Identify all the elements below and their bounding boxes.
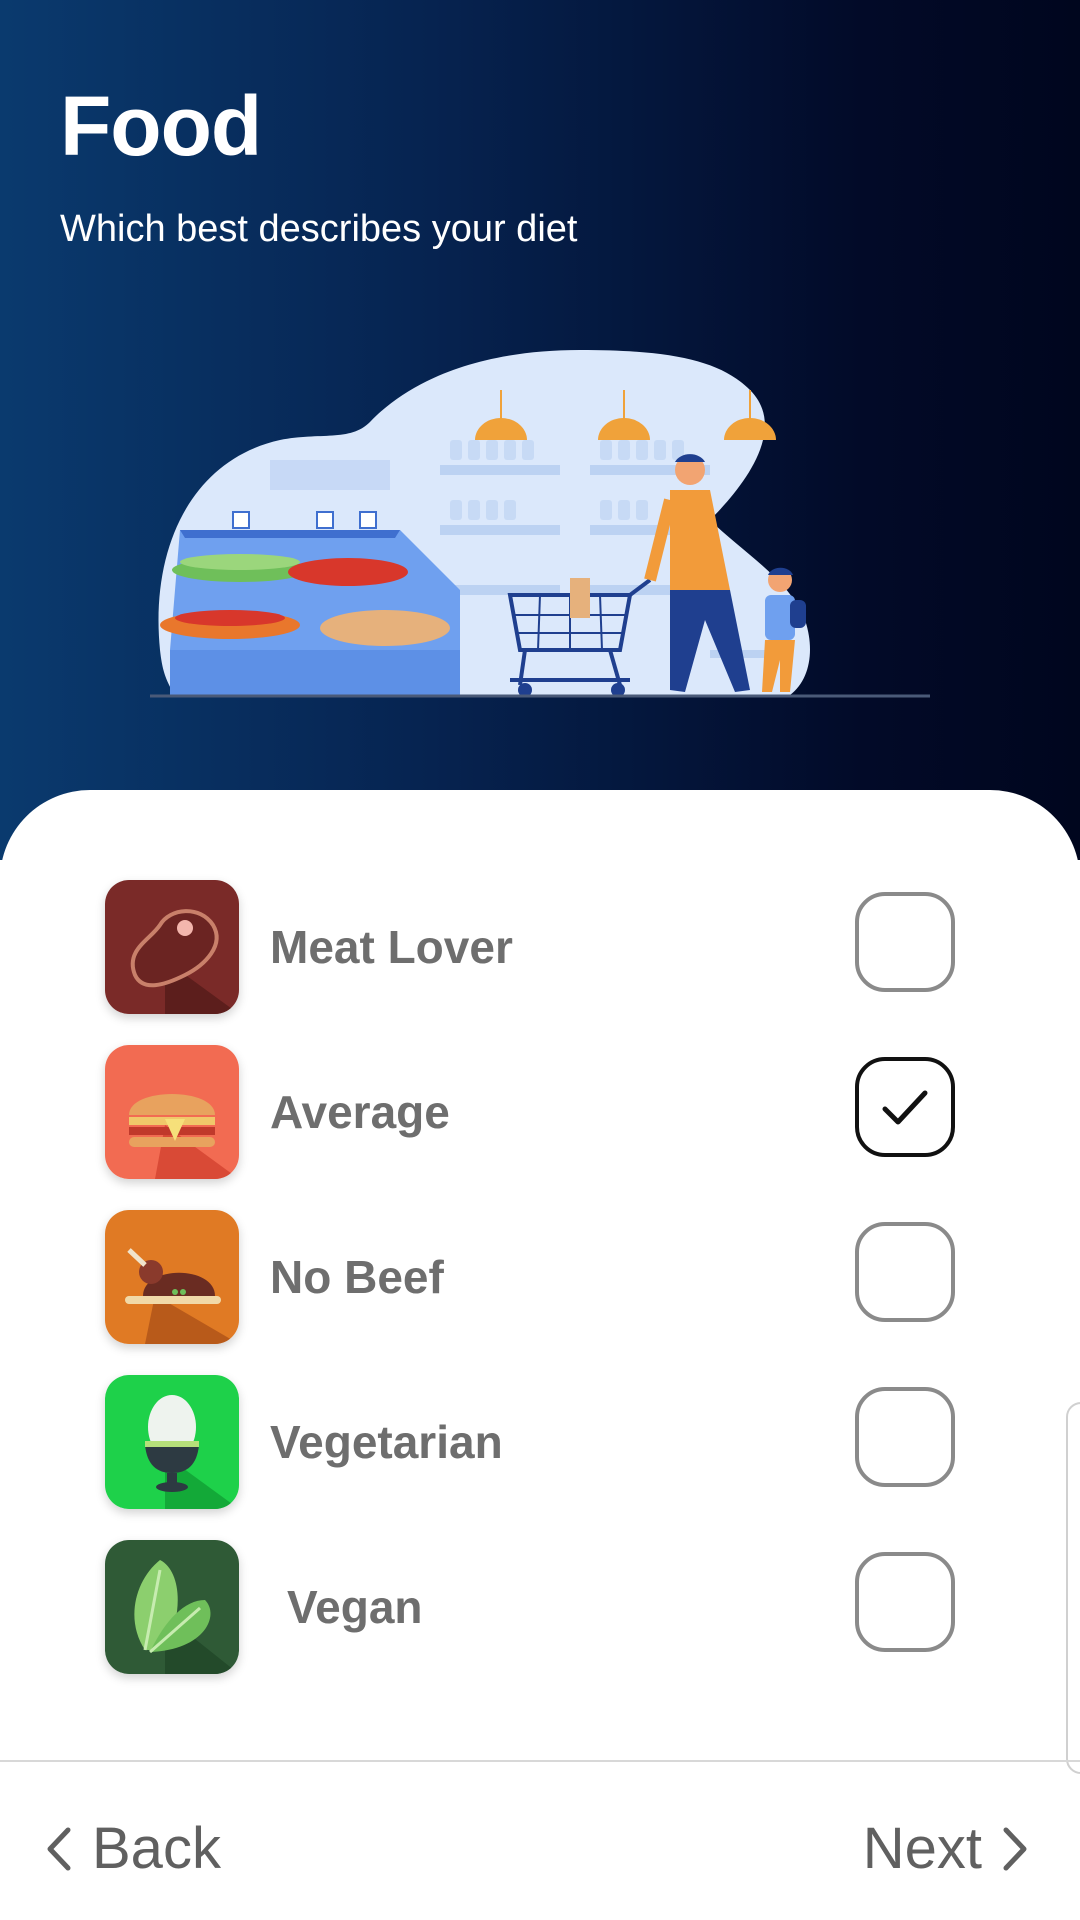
back-button[interactable]: Back	[42, 1815, 221, 1882]
steak-icon	[105, 880, 239, 1014]
option-label: Average	[270, 1086, 450, 1138]
back-label: Back	[92, 1816, 221, 1881]
grocery-shopping-illustration	[150, 350, 930, 698]
roast-chicken-icon	[105, 1210, 239, 1344]
option-average[interactable]: Average	[105, 1045, 965, 1179]
option-label: Vegan	[287, 1581, 423, 1633]
chevron-left-icon	[47, 1827, 71, 1870]
option-label: Meat Lover	[270, 921, 513, 973]
page-subtitle: Which best describes your diet	[60, 208, 578, 250]
chevron-right-icon	[1003, 1827, 1027, 1870]
option-vegetarian[interactable]: Vegetarian	[105, 1375, 965, 1509]
scroll-indicator	[1066, 1402, 1080, 1774]
lettuce-leaf-icon	[105, 1540, 239, 1674]
egg-cup-icon	[105, 1375, 239, 1509]
next-label: Next	[862, 1816, 982, 1881]
option-no-beef[interactable]: No Beef	[105, 1210, 965, 1344]
vegan-checkbox[interactable]	[855, 1552, 955, 1652]
burger-icon	[105, 1045, 239, 1179]
footer-divider	[0, 1760, 1080, 1762]
meat-lover-checkbox[interactable]	[855, 892, 955, 992]
option-vegan[interactable]: Vegan	[105, 1540, 965, 1674]
page-title: Food	[60, 79, 262, 173]
header-banner: Food Which best describes your diet	[0, 0, 1080, 860]
next-button[interactable]: Next	[863, 1815, 1032, 1882]
vegetarian-checkbox[interactable]	[855, 1387, 955, 1487]
option-label: Vegetarian	[270, 1416, 503, 1468]
option-meat-lover[interactable]: Meat Lover	[105, 880, 965, 1014]
average-checkbox[interactable]	[855, 1057, 955, 1157]
checkmark-icon	[882, 1090, 928, 1125]
no-beef-checkbox[interactable]	[855, 1222, 955, 1322]
option-label: No Beef	[270, 1251, 444, 1303]
